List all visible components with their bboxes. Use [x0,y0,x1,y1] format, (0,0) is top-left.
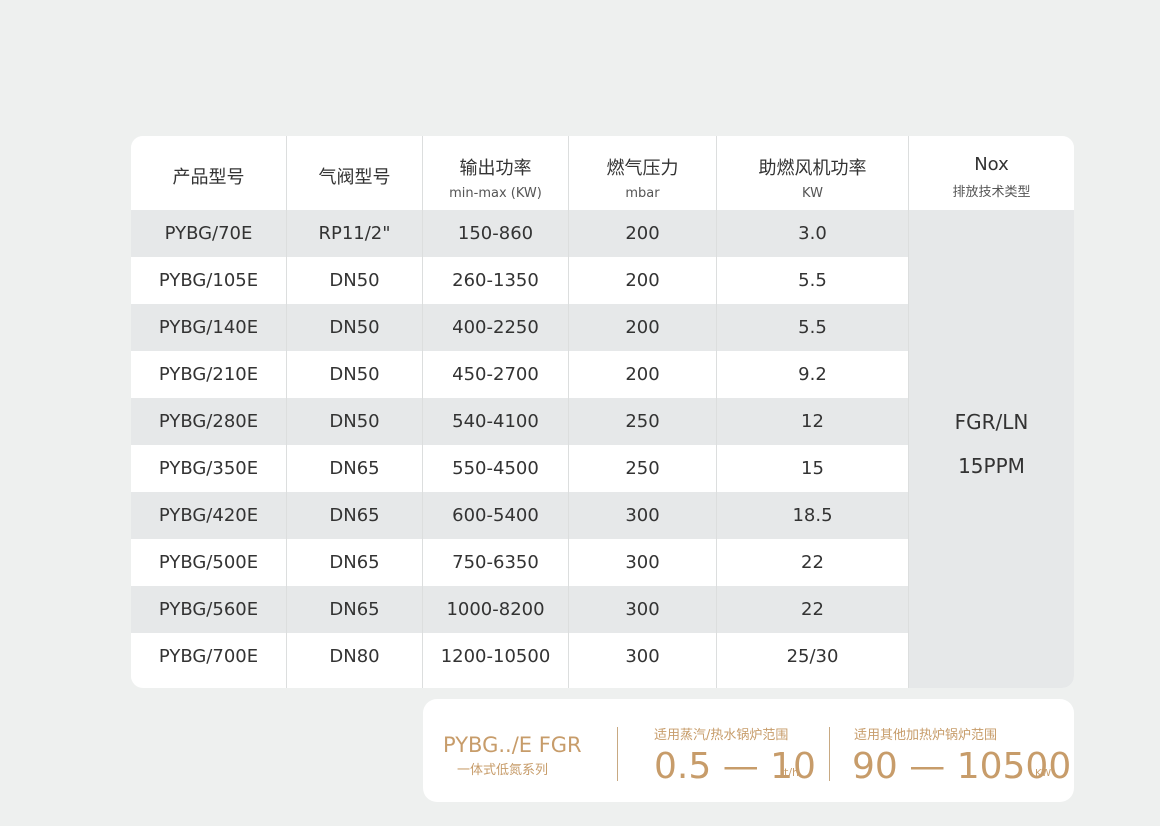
cell-valve: DN65 [329,599,380,620]
header-output-label: 输出功率 [459,158,532,179]
spec-table: 产品型号 气阀型号 输出功率 min-max (KW) 燃气压力 mbar 助燃… [131,136,1074,688]
header-output: 输出功率 min-max (KW) [423,136,568,210]
header-gas-pressure-unit: mbar [625,186,660,201]
cell-model: PYBG/700E [158,646,259,667]
nox-emission: 15PPM [958,454,1025,478]
nox-technology: FGR/LN [954,410,1029,434]
series-summary-card: PYBG../E FGR 一体式低氮系列 适用蒸汽/热水锅炉范围 0.5 — 1… [423,699,1074,802]
nox-merged-cell: FGR/LN 15PPM [909,210,1074,688]
cell-valve: DN50 [329,411,380,432]
steam-range-value: 0.5 — 10 [654,746,816,787]
cell-output: 1000-8200 [446,599,545,620]
table-row: PYBG/560E DN65 1000-8200 300 22 [131,586,908,633]
cell-output: 260-1350 [452,270,539,291]
cell-gas-pressure: 300 [625,552,660,573]
cell-fan-power: 9.2 [798,364,827,385]
column-divider [716,136,717,688]
cell-fan-power: 22 [801,552,824,573]
header-model: 产品型号 [131,136,286,210]
column-divider [568,136,569,688]
cell-output: 400-2250 [452,317,539,338]
cell-model: PYBG/70E [164,223,253,244]
cell-output: 540-4100 [452,411,539,432]
header-nox: Nox 排放技术类型 [909,136,1074,210]
table-row: PYBG/350E DN65 550-4500 250 15 [131,445,908,492]
cell-output: 750-6350 [452,552,539,573]
other-range-unit: KW [1035,768,1052,779]
cell-output: 600-5400 [452,505,539,526]
header-fan-power: 助燃风机功率 KW [717,136,908,210]
header-output-unit: min-max (KW) [449,186,542,201]
table-row: PYBG/70E RP11/2" 150-860 200 3.0 [131,210,908,257]
summary-divider [617,727,618,781]
cell-valve: DN50 [329,364,380,385]
cell-model: PYBG/500E [158,552,259,573]
table-row: PYBG/700E DN80 1200-10500 300 25/30 [131,633,908,680]
header-valve-label: 气阀型号 [318,167,391,188]
table-row: PYBG/420E DN65 600-5400 300 18.5 [131,492,908,539]
steam-range-label: 适用蒸汽/热水锅炉范围 [654,728,789,743]
cell-output: 150-860 [457,223,534,244]
series-name: PYBG../E FGR [443,733,582,757]
table-row: PYBG/500E DN65 750-6350 300 22 [131,539,908,586]
cell-output: 550-4500 [452,458,539,479]
cell-gas-pressure: 200 [625,317,660,338]
column-divider [422,136,423,688]
cell-fan-power: 15 [801,458,824,479]
cell-gas-pressure: 200 [625,223,660,244]
cell-gas-pressure: 250 [625,458,660,479]
cell-model: PYBG/210E [158,364,259,385]
cell-fan-power: 5.5 [798,270,827,291]
table-row: PYBG/140E DN50 400-2250 200 5.5 [131,304,908,351]
cell-gas-pressure: 300 [625,505,660,526]
cell-valve: DN65 [329,552,380,573]
header-gas-pressure-label: 燃气压力 [606,158,679,179]
cell-fan-power: 12 [801,411,824,432]
other-range-value: 90 — 10500 [852,746,1072,787]
table-row: PYBG/105E DN50 260-1350 200 5.5 [131,257,908,304]
cell-output: 450-2700 [452,364,539,385]
cell-valve: DN80 [329,646,380,667]
cell-gas-pressure: 200 [625,270,660,291]
cell-gas-pressure: 250 [625,411,660,432]
cell-fan-power: 5.5 [798,317,827,338]
header-fan-power-label: 助燃风机功率 [758,158,867,179]
cell-fan-power: 22 [801,599,824,620]
cell-gas-pressure: 200 [625,364,660,385]
cell-model: PYBG/105E [158,270,259,291]
cell-model: PYBG/420E [158,505,259,526]
cell-valve: DN50 [329,270,380,291]
cell-model: PYBG/560E [158,599,259,620]
header-valve: 气阀型号 [287,136,422,210]
cell-gas-pressure: 300 [625,646,660,667]
cell-valve: DN50 [329,317,380,338]
cell-gas-pressure: 300 [625,599,660,620]
column-divider [908,136,909,688]
cell-fan-power: 18.5 [792,505,833,526]
cell-fan-power: 3.0 [798,223,827,244]
cell-output: 1200-10500 [440,646,551,667]
other-range-label: 适用其他加热炉锅炉范围 [854,728,998,743]
table-row: PYBG/210E DN50 450-2700 200 9.2 [131,351,908,398]
cell-fan-power: 25/30 [786,646,839,667]
cell-model: PYBG/350E [158,458,259,479]
cell-valve: DN65 [329,458,380,479]
header-model-label: 产品型号 [172,167,245,188]
column-divider [286,136,287,688]
cell-valve: DN65 [329,505,380,526]
table-row: PYBG/280E DN50 540-4100 250 12 [131,398,908,445]
series-subtitle: 一体式低氮系列 [457,763,549,778]
cell-model: PYBG/140E [158,317,259,338]
header-nox-sub: 排放技术类型 [952,185,1031,200]
summary-divider [829,727,830,781]
steam-range-unit: t/h [784,766,799,779]
header-fan-power-unit: KW [802,186,823,201]
header-nox-label: Nox [974,154,1009,175]
cell-model: PYBG/280E [158,411,259,432]
cell-valve: RP11/2" [318,223,391,244]
header-gas-pressure: 燃气压力 mbar [569,136,716,210]
